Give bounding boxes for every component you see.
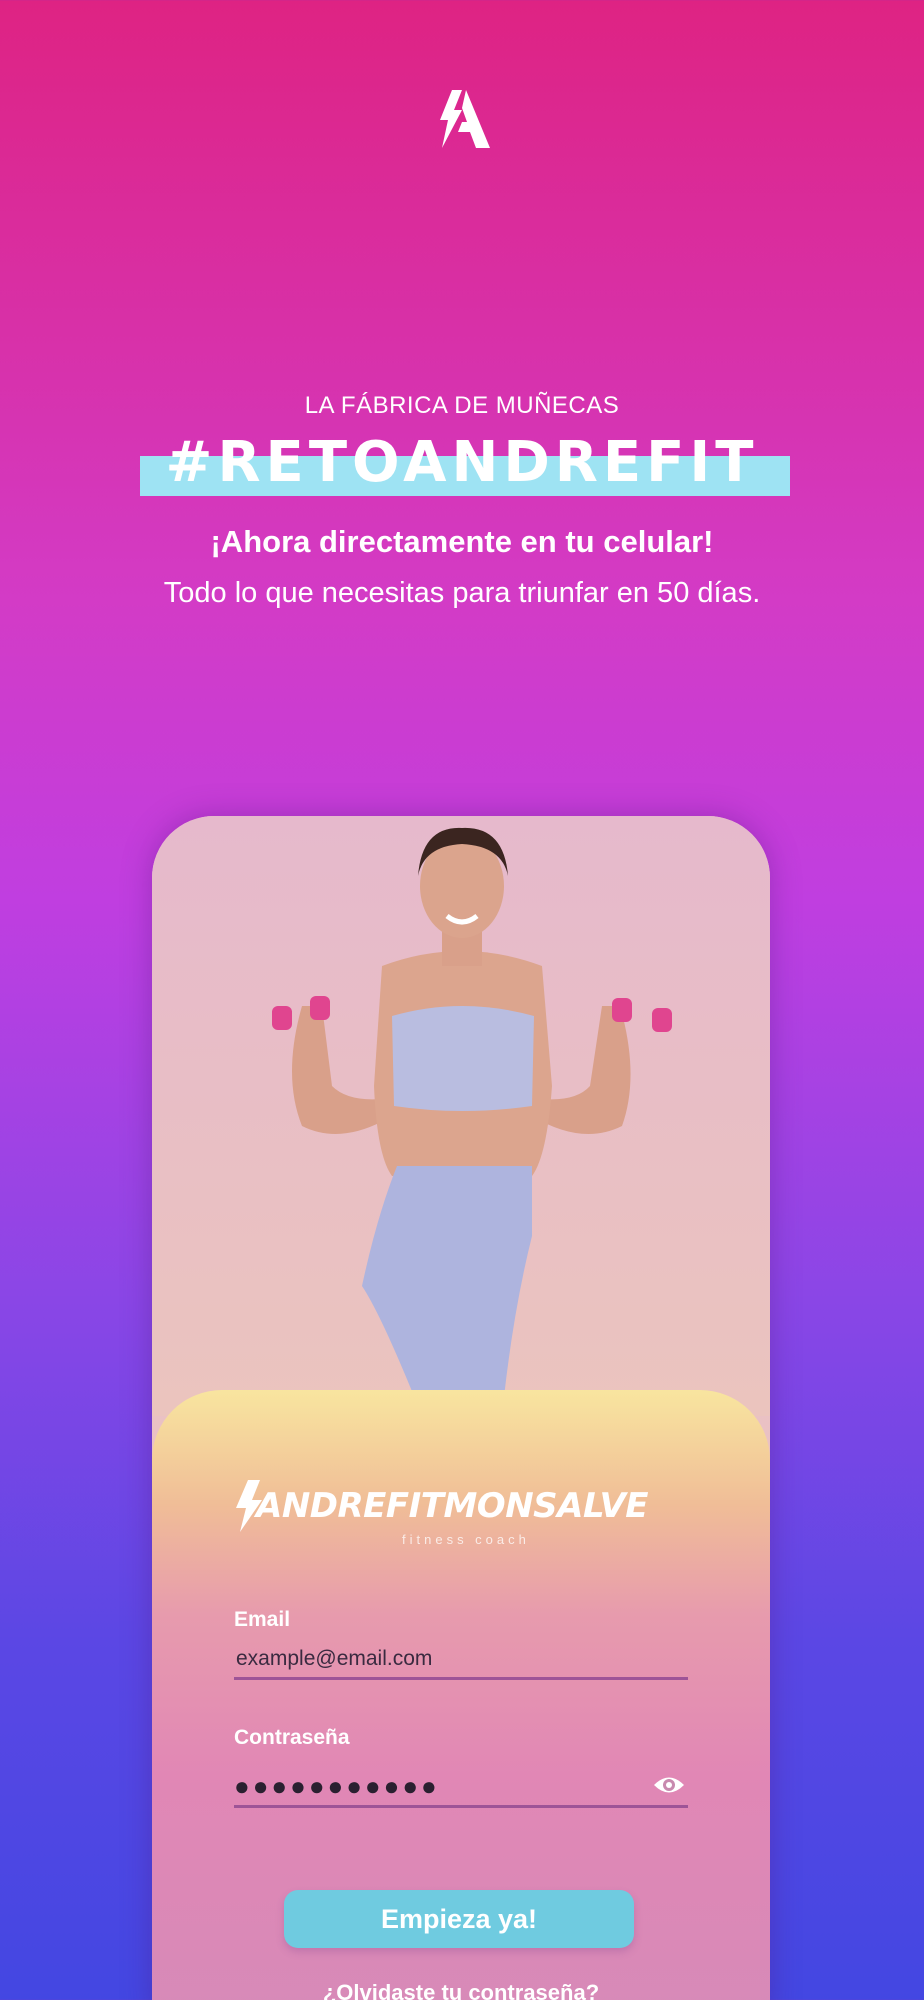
brand-logo: ANDREFITMONSALVE fitness coach [234,1476,694,1566]
login-card: ANDREFITMONSALVE fitness coach Email Con… [152,1390,770,2000]
email-field[interactable] [234,1640,688,1680]
password-field[interactable]: ●●●●●●●●●●● [234,1768,688,1808]
hashtag-title: #RETOANDREFIT [165,430,759,495]
phone-mockup: ANDREFITMONSALVE fitness coach Email Con… [152,816,770,2000]
hashtag-banner: #RETOANDREFIT [0,428,924,500]
brand-name: ANDREFITMONSALVE [256,1486,648,1526]
brand-tagline: fitness coach [402,1532,530,1547]
subheadline: Todo lo que necesitas para triunfar en 5… [163,577,761,609]
eye-icon[interactable] [652,1772,686,1798]
start-button[interactable]: Empieza ya! [284,1890,634,1948]
password-label: Contraseña [234,1726,350,1749]
fitness-coach-photo [152,816,770,1416]
andrefit-logo-icon [440,90,490,148]
headline: ¡Ahora directamente en tu celular! [210,524,714,559]
forgot-password-link[interactable]: ¿Olvidaste tu contraseña? [152,1980,770,2000]
campaign-kicker: LA FÁBRICA DE MUÑECAS [304,392,620,419]
email-label: Email [234,1608,291,1631]
